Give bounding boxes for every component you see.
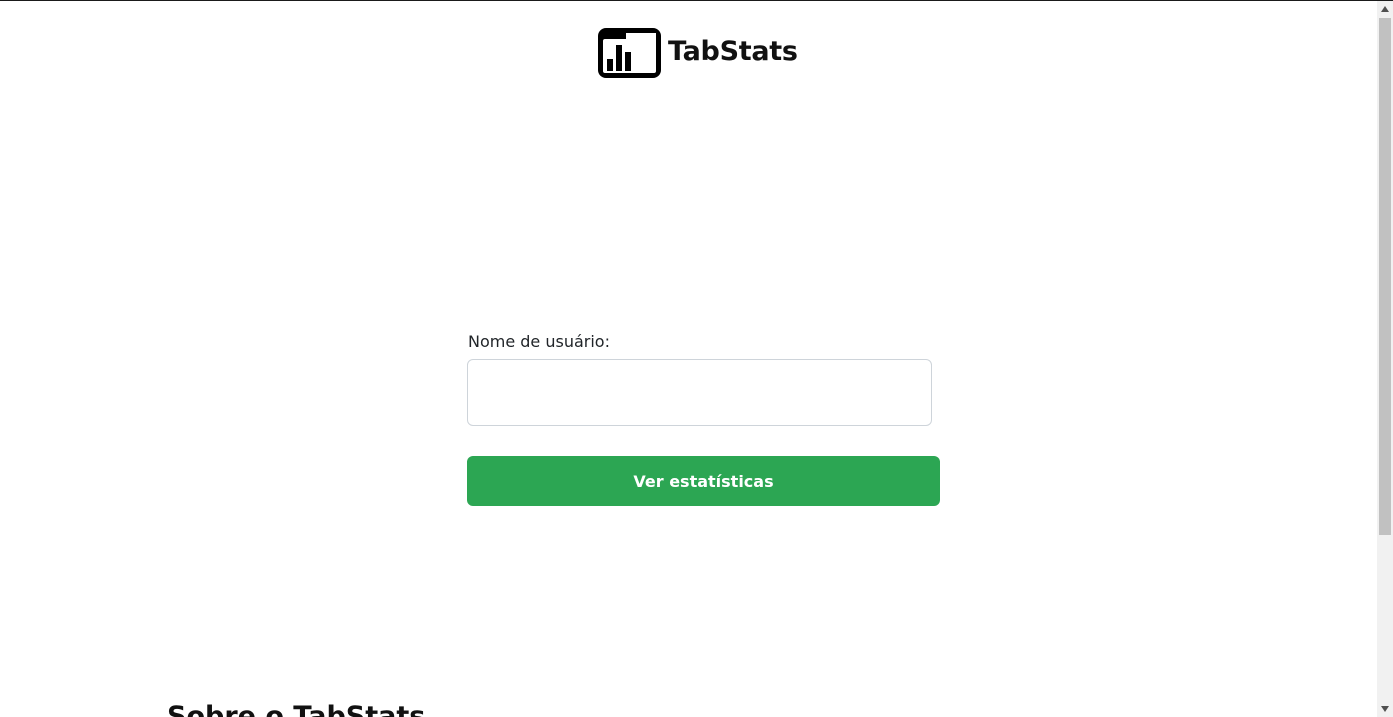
scroll-up-arrow-icon[interactable] xyxy=(1377,1,1393,17)
brand-name: TabStats xyxy=(668,36,798,67)
vertical-scrollbar[interactable] xyxy=(1377,1,1393,717)
brand-header[interactable]: TabStats xyxy=(598,28,798,78)
page-content: TabStats Nome de usuário: Ver estatístic… xyxy=(0,1,1377,717)
view-stats-button[interactable]: Ver estatísticas xyxy=(467,456,940,506)
about-section-heading: Sobre o TabStats xyxy=(167,701,426,717)
scrollbar-thumb[interactable] xyxy=(1379,18,1391,535)
username-input[interactable] xyxy=(467,359,932,426)
scroll-down-arrow-icon[interactable] xyxy=(1377,701,1393,717)
username-label: Nome de usuário: xyxy=(468,332,610,351)
bar-chart-window-icon xyxy=(598,28,661,78)
